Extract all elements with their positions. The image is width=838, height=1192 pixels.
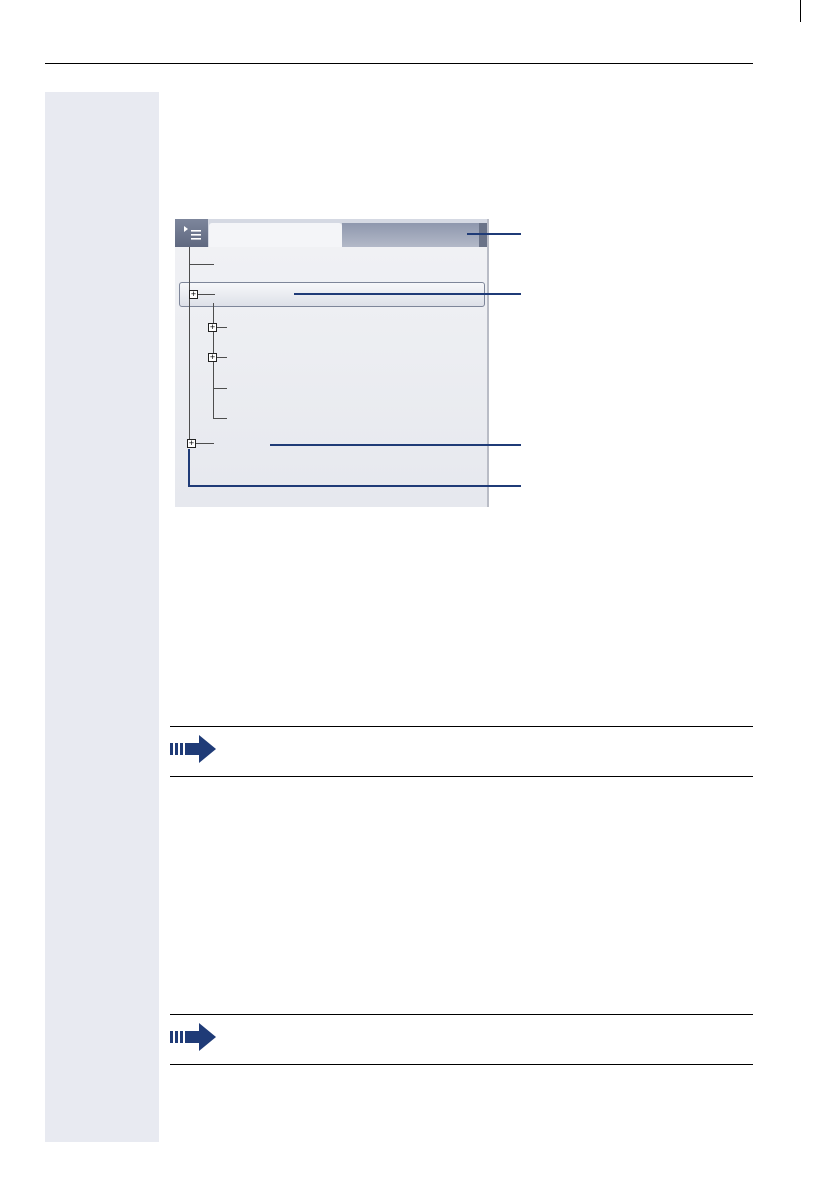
expand-plus-icon[interactable]: + — [189, 290, 198, 299]
note-arrow-icon — [170, 1023, 216, 1051]
expand-plus-icon[interactable]: + — [187, 439, 196, 448]
callout-line-tree-vertical — [188, 449, 190, 487]
tree-branch-line — [195, 443, 214, 444]
tree-branch-line — [217, 357, 227, 358]
tree-branch-line — [217, 327, 227, 328]
tree-branch-line — [189, 264, 214, 265]
screen-illustration: + + + + — [175, 219, 489, 507]
crop-mark — [800, 0, 801, 22]
tab-inactive[interactable] — [342, 223, 479, 247]
callout-line-selected — [294, 293, 521, 295]
note-rule-bottom — [170, 776, 753, 777]
callout-line-node — [270, 444, 521, 446]
tree-branch-line — [213, 418, 227, 419]
expand-plus-icon[interactable]: + — [208, 353, 217, 362]
callout-line-tree — [188, 485, 521, 487]
note-rule-bottom — [170, 1064, 753, 1065]
header-rule — [45, 63, 753, 64]
screen-edge — [487, 219, 489, 507]
menu-icon — [183, 226, 201, 240]
note-rule-top — [170, 1014, 753, 1015]
callout-line-tab — [467, 233, 521, 235]
note-rule-top — [170, 726, 753, 727]
expand-plus-icon[interactable]: + — [208, 323, 217, 332]
margin-column — [45, 92, 159, 1142]
menu-button[interactable] — [175, 219, 208, 247]
note-arrow-icon — [170, 735, 216, 763]
tree-branch-line — [213, 388, 227, 389]
tab-active[interactable] — [209, 223, 342, 247]
tab-bar — [175, 219, 489, 247]
tree-trunk-line — [189, 247, 190, 447]
